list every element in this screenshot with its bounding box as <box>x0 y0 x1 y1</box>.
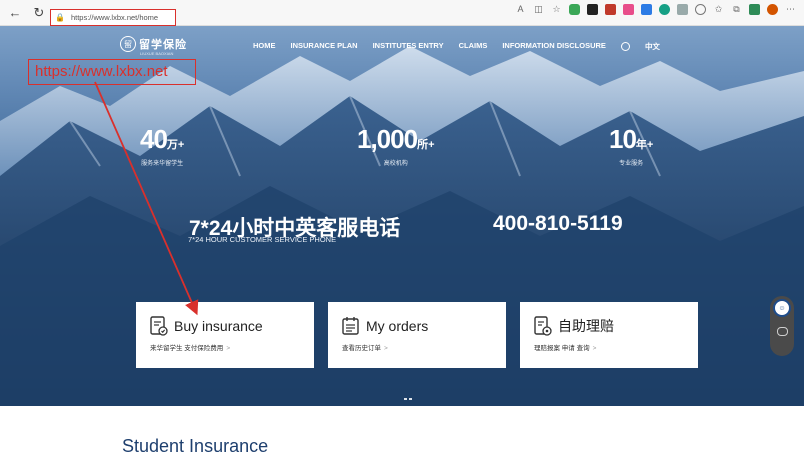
reader-icon[interactable]: A <box>515 4 526 15</box>
carousel-dot[interactable] <box>404 398 407 400</box>
lock-icon: 🔒 <box>55 13 65 22</box>
service-phone[interactable]: 400-810-5119 <box>493 212 623 236</box>
address-bar[interactable]: 🔒 https://www.lxbx.net/home <box>50 9 176 26</box>
stat-unit: 所+ <box>417 139 435 151</box>
stat-students: 40万+ 服务来华留学生 <box>140 124 184 167</box>
claim-document-icon <box>534 316 552 336</box>
annotation-url-box: https://www.lxbx.net <box>28 59 196 85</box>
stat-unit: 年+ <box>635 139 654 151</box>
chevron-right-icon: > <box>226 345 231 352</box>
card-my-orders[interactable]: My orders 查看历史订单 > <box>328 302 506 368</box>
more-icon[interactable]: ⋯ <box>785 4 796 15</box>
card-buy-insurance[interactable]: Buy insurance 来华留学生 支付保险费用 > <box>136 302 314 368</box>
carousel-dot[interactable] <box>409 398 412 400</box>
extension-icon[interactable] <box>641 4 652 15</box>
globe-icon <box>620 42 630 51</box>
logo-subtext: LIUXUE BAOXIAN <box>140 51 174 56</box>
extension-icon[interactable] <box>749 4 760 15</box>
main-navigation: HOME INSURANCE PLAN INSTITUTES ENTRY CLA… <box>253 41 690 52</box>
favorite-icon[interactable]: ☆ <box>551 4 562 15</box>
stat-label: 服务来华留学生 <box>141 161 184 167</box>
card-subtitle: 理赔报案 申请 查询 <box>534 345 590 352</box>
nav-information-disclosure[interactable]: INFORMATION DISCLOSURE <box>502 41 606 52</box>
browser-extension-icons: A ◫ ☆ ✩ ⧉ ⋯ <box>515 4 796 15</box>
nav-institutes-entry[interactable]: INSTITUTES ENTRY <box>373 41 444 52</box>
customer-service-widget[interactable]: ☺ <box>770 296 794 356</box>
nav-insurance-plan[interactable]: INSURANCE PLAN <box>291 41 358 52</box>
url-text: https://www.lxbx.net/home <box>70 13 159 22</box>
extension-icon[interactable] <box>605 4 616 15</box>
chevron-right-icon: > <box>384 345 388 352</box>
card-title: My orders <box>366 318 429 334</box>
stat-label: 高校机构 <box>383 161 408 167</box>
extension-icon[interactable] <box>587 4 598 15</box>
extension-icon[interactable] <box>659 4 670 15</box>
stat-years: 10年+ 专业服务 <box>609 124 653 167</box>
card-title: Buy insurance <box>174 318 263 334</box>
stat-unit: 万+ <box>166 139 185 151</box>
hero-banner: 留 留学保险 LIUXUE BAOXIAN HOME INSURANCE PLA… <box>0 26 804 406</box>
chat-icon[interactable] <box>776 327 788 336</box>
extension-icon[interactable] <box>695 4 706 15</box>
collections-icon[interactable]: ⧉ <box>731 4 742 15</box>
card-title: 自助理赔 <box>558 318 614 334</box>
stat-label: 专业服务 <box>619 161 644 167</box>
shield-icon[interactable] <box>569 4 580 15</box>
favorites-bar-icon[interactable]: ✩ <box>713 4 724 15</box>
service-subtitle: 7*24 HOUR CUSTOMER SERVICE PHONE <box>188 235 337 244</box>
document-icon <box>150 316 168 336</box>
nav-home[interactable]: HOME <box>253 41 276 52</box>
stat-institutions: 1,000所+ 高校机构 <box>357 124 435 167</box>
card-self-claim[interactable]: 自助理赔 理赔报案 申请 查询 > <box>520 302 698 368</box>
service-avatar-icon[interactable]: ☺ <box>773 299 791 317</box>
nav-claims[interactable]: CLAIMS <box>459 41 488 52</box>
extension-icon[interactable] <box>623 4 634 15</box>
calendar-list-icon <box>342 317 359 335</box>
profile-icon[interactable] <box>767 4 778 15</box>
back-arrow-icon[interactable]: ← <box>6 4 24 22</box>
logo-text: 留学保险 <box>139 39 187 51</box>
split-icon[interactable]: ◫ <box>533 4 544 15</box>
browser-toolbar: ← ↻ 🔒 https://www.lxbx.net/home A ◫ ☆ ✩ … <box>0 0 804 26</box>
stat-number: 40 <box>140 124 168 154</box>
language-switch[interactable]: 中文 <box>620 41 675 52</box>
card-subtitle: 来华留学生 支付保险费用 <box>150 345 224 352</box>
site-logo[interactable]: 留 留学保险 LIUXUE BAOXIAN <box>120 36 187 56</box>
extension-icon[interactable] <box>677 4 688 15</box>
chevron-right-icon: > <box>592 345 597 352</box>
language-label: 中文 <box>644 42 660 51</box>
card-subtitle: 查看历史订单 <box>342 345 381 352</box>
section-title: Student Insurance <box>122 436 269 456</box>
refresh-icon[interactable]: ↻ <box>30 4 48 22</box>
stat-number: 1,000 <box>357 124 418 154</box>
stat-number: 10 <box>609 124 637 154</box>
logo-mark: 留 <box>120 36 136 52</box>
carousel-dots[interactable] <box>404 398 412 400</box>
